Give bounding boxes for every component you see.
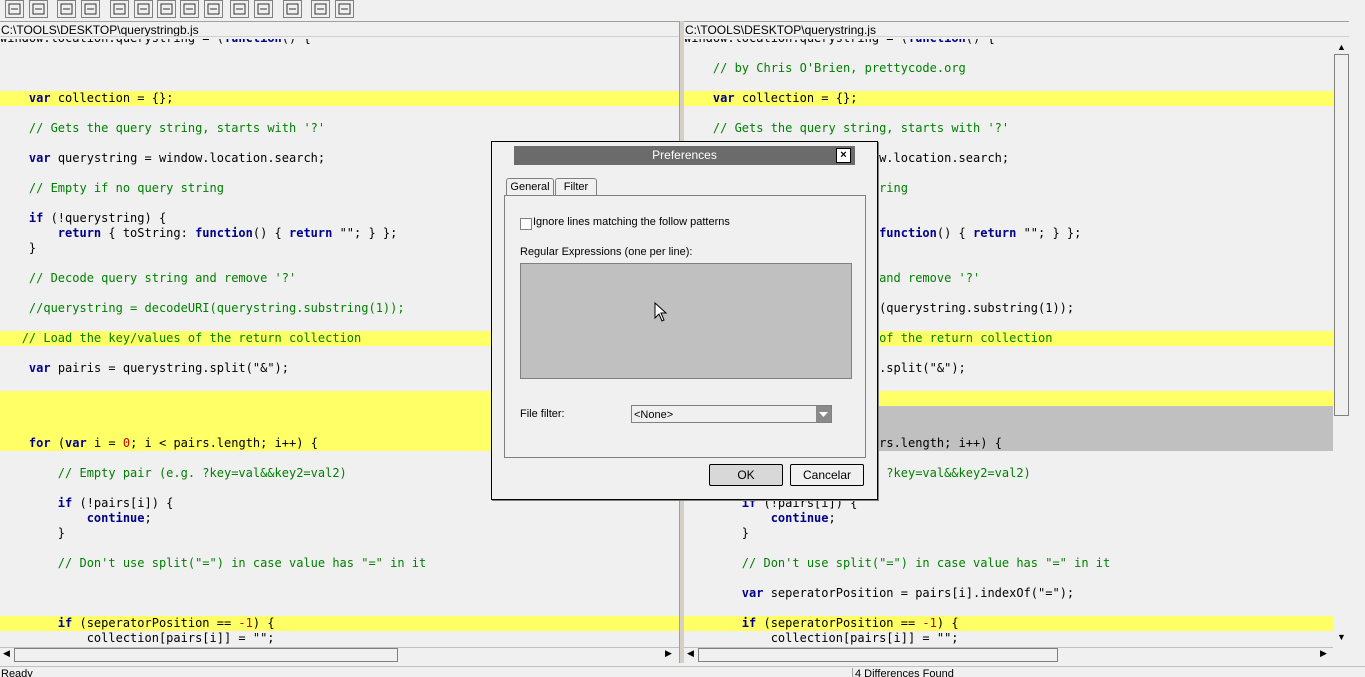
right-code-line [684, 571, 1333, 586]
scroll-right-icon[interactable]: ▶ [1320, 648, 1327, 659]
scroll-up-icon[interactable]: ▲ [1337, 42, 1346, 52]
right-code-line [684, 601, 1333, 616]
left-hscroll-thumb[interactable] [14, 648, 398, 662]
ignore-lines-checkbox[interactable] [520, 218, 532, 230]
ignore-lines-label: Ignore lines matching the follow pattern… [533, 216, 730, 228]
right-horizontal-scrollbar[interactable]: ◀ ▶ [684, 647, 1333, 662]
chevron-down-icon[interactable] [816, 406, 831, 422]
dialog-title: Preferences [652, 148, 717, 162]
left-file-path: C:\TOOLS\DESKTOP\querystringb.js [0, 21, 679, 37]
regex-label: Regular Expressions (one per line): [520, 246, 693, 258]
right-code-line: if (seperatorPosition == -1) { [741, 616, 959, 630]
close-icon[interactable]: × [836, 148, 851, 163]
right-code-line: } [684, 526, 750, 540]
right-code-line: // Gets the query string, starts with '?… [712, 121, 1010, 135]
open-icon[interactable] [5, 0, 24, 18]
right-code-line: collection[pairs[i]] = ""; [684, 631, 959, 645]
left-code-line: // Gets the query string, starts with '?… [28, 121, 326, 135]
right-code-line: continue; [770, 511, 836, 525]
right-code-line: // by Chris O'Brien, prettycode.org [712, 61, 966, 75]
right-code-line: // Don't use split("=") in case value ha… [741, 556, 1111, 570]
right-code-line [684, 46, 1333, 61]
properties-icon[interactable] [254, 0, 273, 18]
left-horizontal-scrollbar[interactable]: ◀ ▶ [0, 647, 679, 662]
cancel-button[interactable]: Cancelar [790, 464, 864, 486]
right-file-path: C:\TOOLS\DESKTOP\querystring.js [684, 21, 1349, 37]
right-code-line [684, 106, 1333, 121]
ok-button[interactable]: OK [709, 464, 783, 486]
cursor-icon [654, 302, 668, 322]
dialog-titlebar[interactable]: Preferences × [514, 146, 855, 165]
prev-diff-icon[interactable] [134, 0, 153, 18]
save-icon[interactable] [29, 0, 48, 18]
right-code-line: var seperatorPosition = pairs[i].indexOf… [741, 586, 1075, 600]
tab-general[interactable]: General [506, 178, 554, 195]
status-bar: Ready 4 Differences Found [0, 666, 1365, 677]
left-code-line: // Don't use split("=") in case value ha… [57, 556, 427, 570]
file-filter-label: File filter: [520, 408, 565, 420]
left-code-line: collection[pairs[i]] = ""; [0, 631, 275, 645]
left-code-line [0, 46, 679, 61]
next-diff-icon[interactable] [110, 0, 129, 18]
left-code-line: window.location.querystring = (function(… [0, 39, 679, 46]
expand-icon[interactable] [204, 0, 223, 18]
redo-icon[interactable] [81, 0, 100, 18]
first-diff-icon[interactable] [180, 0, 199, 18]
scroll-down-icon[interactable]: ▼ [1337, 632, 1346, 642]
left-code-line: } [0, 526, 66, 540]
left-code-line: if (seperatorPosition == -1) { [57, 616, 275, 630]
copy-right-icon[interactable] [283, 0, 302, 18]
copy-left-icon[interactable] [311, 0, 330, 18]
undo-icon[interactable] [57, 0, 76, 18]
right-code-line: var collection = {}; [712, 91, 858, 105]
left-code-line [0, 76, 679, 91]
right-hscroll-thumb[interactable] [698, 648, 1058, 662]
right-vertical-scrollbar[interactable]: ▲ ▼ [1333, 40, 1349, 646]
last-diff-icon[interactable] [157, 0, 176, 18]
file-filter-value: <None> [634, 409, 674, 421]
left-code-line [0, 601, 679, 616]
left-code-line [0, 586, 679, 601]
left-code-line [0, 61, 679, 76]
right-code-line [684, 76, 1333, 91]
refresh-icon[interactable] [335, 0, 354, 18]
left-code-line: continue; [86, 511, 152, 525]
scroll-left-icon[interactable]: ◀ [687, 648, 694, 659]
left-code-line [0, 541, 679, 556]
scroll-thumb[interactable] [1334, 54, 1349, 416]
preferences-dialog: Preferences × General Filter Ignore line… [491, 141, 878, 500]
scroll-left-icon[interactable]: ◀ [3, 648, 10, 659]
left-code-line [0, 106, 679, 121]
collapse-icon[interactable] [230, 0, 249, 18]
regex-textarea[interactable] [520, 263, 852, 379]
toolbar [0, 0, 1365, 20]
scroll-right-icon[interactable]: ▶ [665, 648, 672, 659]
right-code-line: window.location.querystring = (function(… [684, 39, 1333, 46]
left-code-line: var collection = {}; [28, 91, 174, 105]
tab-filter[interactable]: Filter [555, 178, 597, 195]
filter-tab-panel: Ignore lines matching the follow pattern… [504, 195, 866, 458]
left-code-line [0, 571, 679, 586]
file-filter-select[interactable]: <None> [631, 405, 832, 423]
right-code-line [684, 541, 1333, 556]
